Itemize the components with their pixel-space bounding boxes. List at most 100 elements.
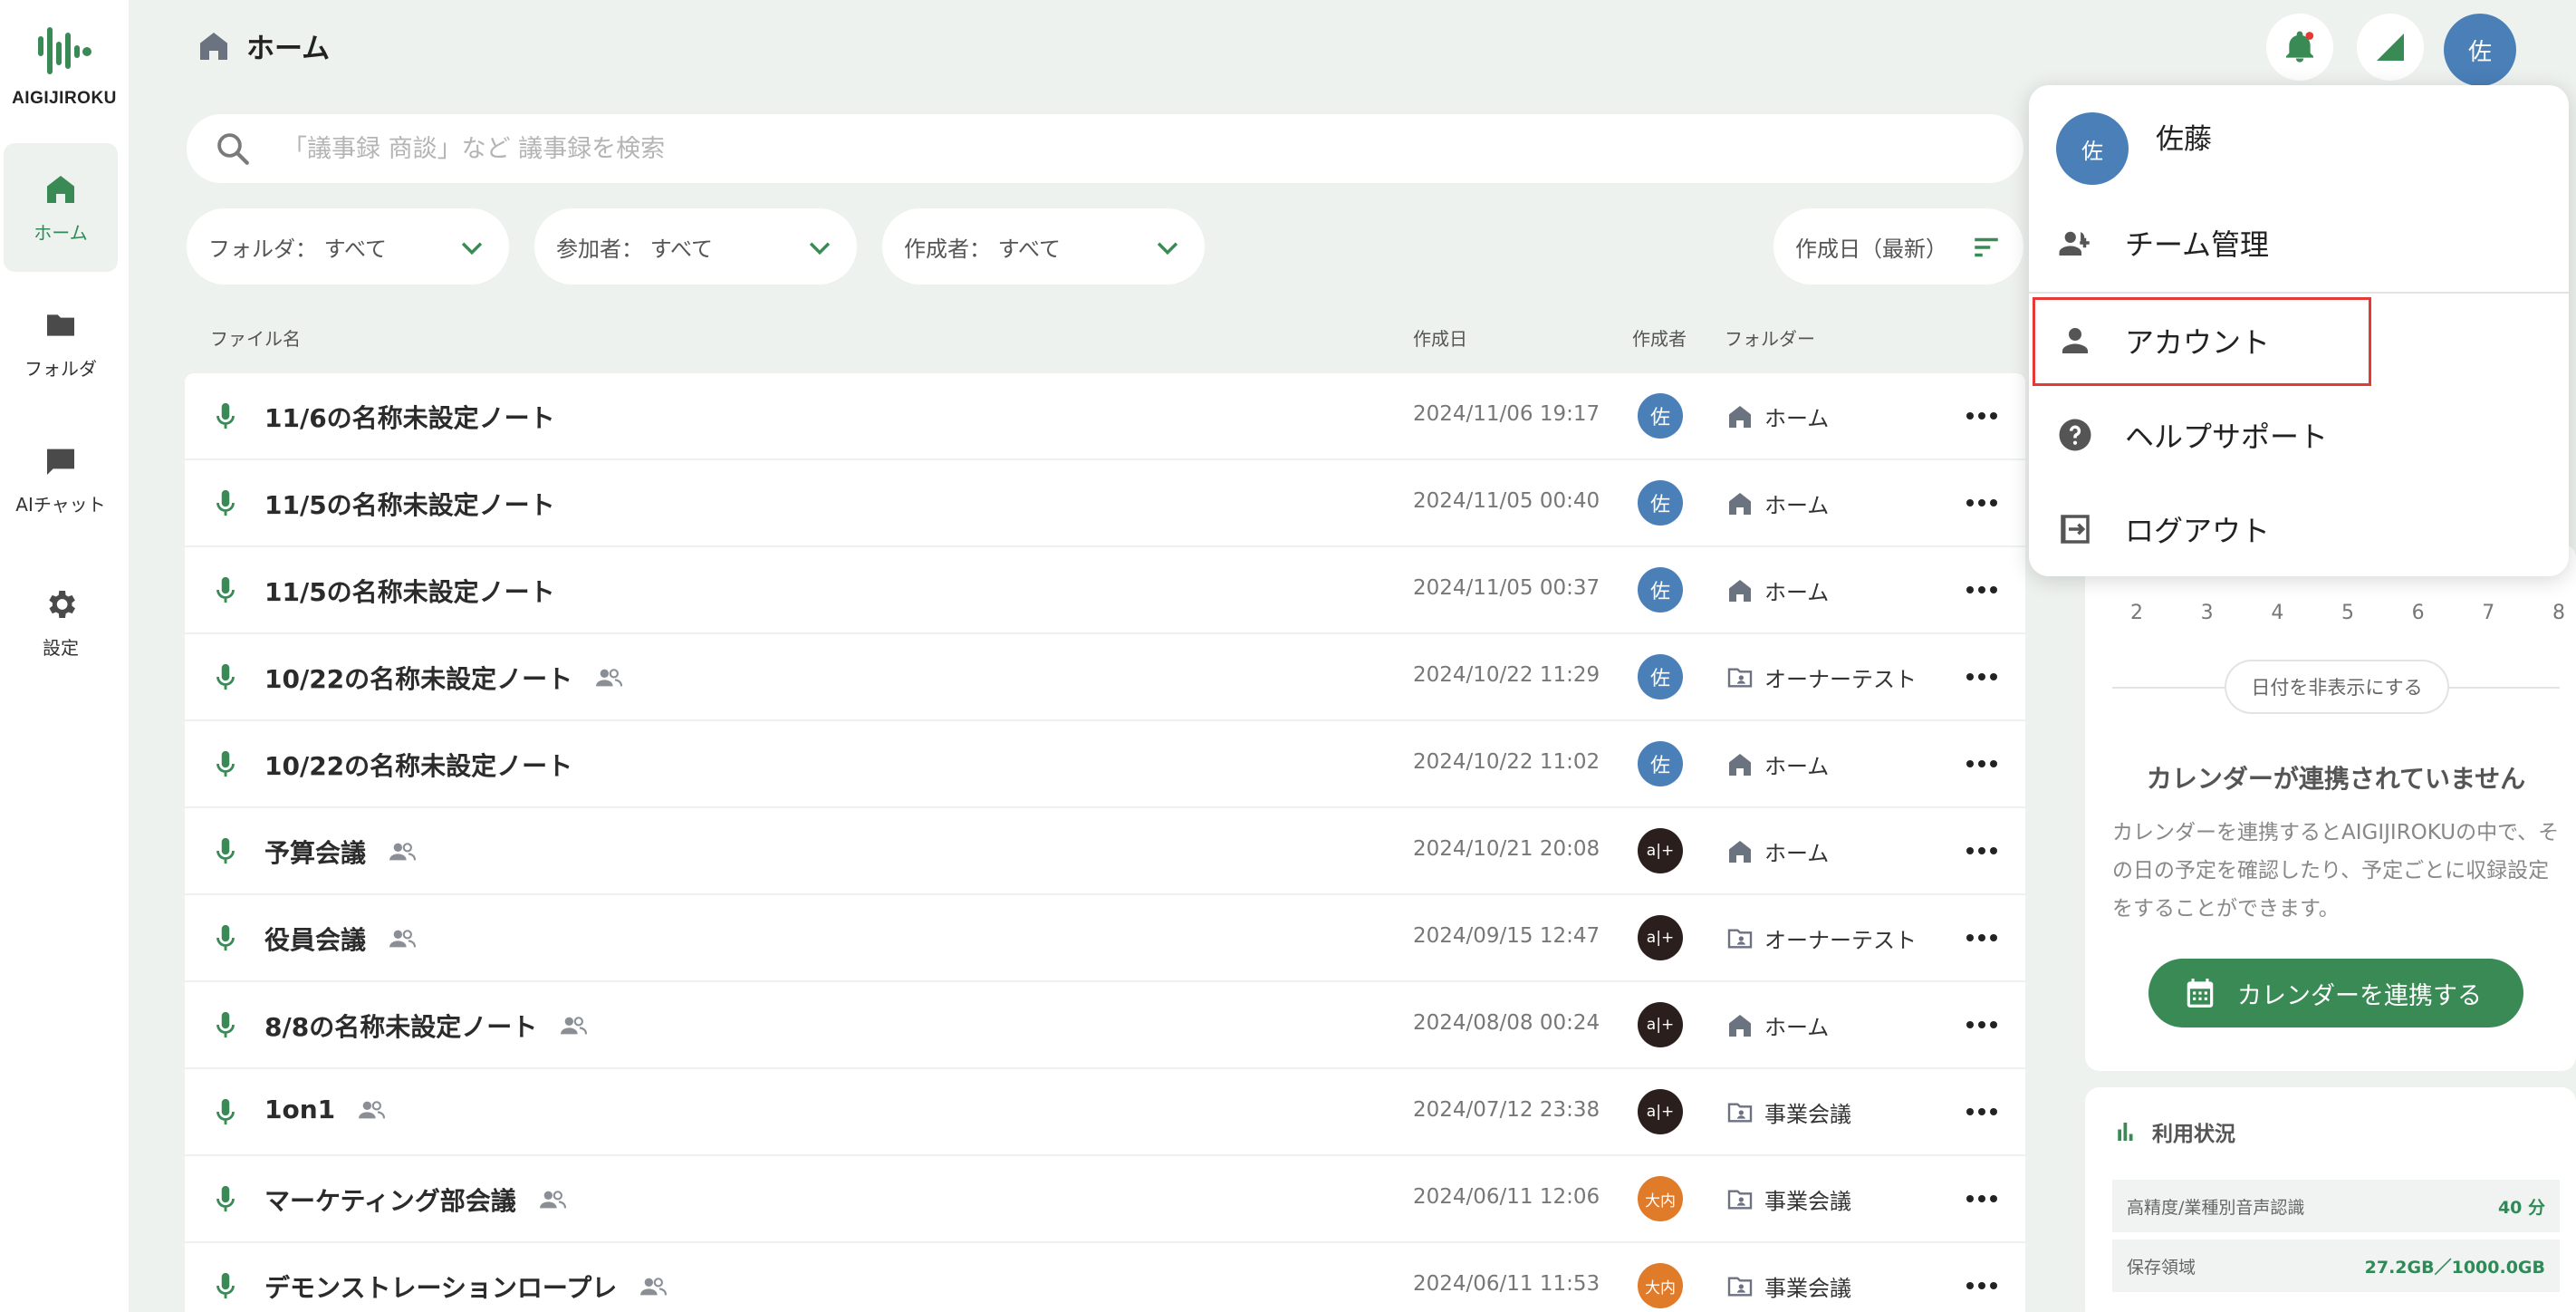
more-dot xyxy=(1966,673,1974,680)
file-folder[interactable]: ホーム xyxy=(1725,487,1829,519)
file-folder[interactable]: オーナーテスト xyxy=(1725,661,1917,693)
more-options-button[interactable] xyxy=(1955,399,2009,433)
microphone-icon xyxy=(216,1185,235,1212)
connect-calendar-label: カレンダーを連携する xyxy=(2237,981,2482,1010)
more-options-button[interactable] xyxy=(1955,1008,2009,1042)
more-dot xyxy=(1990,1282,1997,1289)
more-options-button[interactable] xyxy=(1955,921,2009,955)
file-name: 役員会議 xyxy=(264,921,418,957)
file-name-text: 8/8の名称未設定ノート xyxy=(264,1012,538,1042)
table-row[interactable]: 役員会議 2024/09/15 12:47 a|+ オーナーテスト xyxy=(185,895,2025,980)
more-options-button[interactable] xyxy=(1955,834,2009,868)
chevron-down-icon xyxy=(809,242,831,256)
participant-filter[interactable]: 参加者： すべて xyxy=(534,208,857,285)
table-row[interactable]: 11/5の名称未設定ノート 2024/11/05 00:40 佐 ホーム xyxy=(185,460,2025,545)
page-title-text: ホーム xyxy=(246,33,331,65)
usage-value: 40 分 xyxy=(2497,1197,2545,1218)
folder-filter[interactable]: フォルダ： すべて xyxy=(187,208,509,285)
creator-avatar: a|+ xyxy=(1638,1089,1683,1134)
creator-avatar: 佐 xyxy=(1638,567,1683,613)
table-row[interactable]: 10/22の名称未設定ノート 2024/10/22 11:02 佐 ホーム xyxy=(185,721,2025,806)
calendar-day[interactable]: 2 xyxy=(2130,602,2143,624)
file-folder[interactable]: ホーム xyxy=(1725,1009,1829,1041)
sidebar-item-label: 設定 xyxy=(43,636,79,659)
connect-calendar-button[interactable]: カレンダーを連携する xyxy=(2148,959,2523,1027)
notification-button[interactable] xyxy=(2266,14,2333,81)
table-row[interactable]: 1on1 2024/07/12 23:38 a|+ 事業会議 xyxy=(185,1069,2025,1154)
file-name: 10/22の名称未設定ノート xyxy=(264,660,625,696)
column-header-folder[interactable]: フォルダー xyxy=(1725,324,1815,351)
column-header-date[interactable]: 作成日 xyxy=(1413,324,1467,351)
calendar-day[interactable]: 7 xyxy=(2482,602,2494,624)
column-header-creator[interactable]: 作成者 xyxy=(1632,324,1687,351)
search-input[interactable] xyxy=(283,134,1913,163)
search-bar[interactable] xyxy=(187,114,2023,183)
file-date: 2024/11/05 00:37 xyxy=(1413,576,1600,600)
menu-item-help-support[interactable]: ヘルプサポート xyxy=(2056,410,2328,460)
table-row[interactable]: 10/22の名称未設定ノート 2024/10/22 11:29 佐 オーナーテスト xyxy=(185,634,2025,719)
more-options-button[interactable] xyxy=(1955,1269,2009,1303)
file-name: 11/5の名称未設定ノート xyxy=(264,573,555,609)
menu-divider xyxy=(2029,292,2569,294)
microphone-icon xyxy=(216,489,235,516)
file-folder[interactable]: ホーム xyxy=(1725,400,1829,432)
more-options-button[interactable] xyxy=(1955,573,2009,607)
menu-item-label: チーム管理 xyxy=(2125,227,2270,262)
file-folder[interactable]: ホーム xyxy=(1725,574,1829,606)
file-name-text: 11/5の名称未設定ノート xyxy=(264,490,555,520)
sidebar-item-folder[interactable]: フォルダ xyxy=(4,279,118,408)
creator-filter-label: 作成者： すべて xyxy=(904,236,1061,262)
calendar-description: カレンダーを連携するとAIGIJIROKUの中で、その日の予定を確認したり、予定… xyxy=(2112,821,2560,921)
more-options-button[interactable] xyxy=(1955,486,2009,520)
table-row[interactable]: マーケティング部会議 2024/06/11 12:06 大内 事業会議 xyxy=(185,1156,2025,1241)
more-dot xyxy=(1978,760,1985,767)
file-folder[interactable]: 事業会議 xyxy=(1725,1270,1851,1302)
shared-users-icon xyxy=(640,1278,668,1296)
calendar-day[interactable]: 3 xyxy=(2201,602,2214,624)
file-name-text: デモンストレーションロープレ xyxy=(264,1273,618,1303)
more-dot xyxy=(1966,1108,1974,1115)
user-avatar-button[interactable]: 佐 xyxy=(2444,14,2516,86)
more-dot xyxy=(1966,412,1974,420)
calendar-day[interactable]: 6 xyxy=(2412,602,2425,624)
more-dot xyxy=(1966,760,1974,767)
calendar-day[interactable]: 8 xyxy=(2552,602,2565,624)
calendar-day[interactable]: 5 xyxy=(2341,602,2354,624)
file-name: マーケティング部会議 xyxy=(264,1182,569,1218)
sidebar-item-settings[interactable]: 設定 xyxy=(4,558,118,687)
signal-button[interactable] xyxy=(2357,14,2424,81)
column-header-name[interactable]: ファイル名 xyxy=(210,324,301,351)
folder-filter-label: フォルダ： すべて xyxy=(208,236,387,262)
table-row[interactable]: 11/5の名称未設定ノート 2024/11/05 00:37 佐 ホーム xyxy=(185,547,2025,632)
shared-users-icon xyxy=(539,1191,566,1209)
usage-title: 利用状況 xyxy=(2112,1116,2235,1147)
menu-item-team-management[interactable]: チーム管理 xyxy=(2056,217,2269,268)
more-options-button[interactable] xyxy=(1955,660,2009,694)
menu-item-logout[interactable]: ログアウト xyxy=(2056,504,2270,555)
sidebar-item-home[interactable]: ホーム xyxy=(4,143,118,272)
sort-button[interactable]: 作成日（最新） xyxy=(1773,208,2023,285)
creator-filter[interactable]: 作成者： すべて xyxy=(882,208,1205,285)
usage-value: 27.2GB／1000.0GB xyxy=(2364,1257,2545,1278)
file-name-text: 10/22の名称未設定ノート xyxy=(264,664,573,694)
more-options-button[interactable] xyxy=(1955,1182,2009,1216)
file-folder[interactable]: ホーム xyxy=(1725,835,1829,867)
calendar-day[interactable]: 4 xyxy=(2271,602,2283,624)
more-options-button[interactable] xyxy=(1955,747,2009,781)
table-row[interactable]: 予算会議 2024/10/21 20:08 a|+ ホーム xyxy=(185,808,2025,893)
shared-users-icon xyxy=(389,843,417,861)
file-folder[interactable]: 事業会議 xyxy=(1725,1096,1851,1128)
shared-folder-icon xyxy=(1727,1102,1753,1123)
sidebar-item-ai-chat[interactable]: AIチャット xyxy=(4,415,118,544)
file-folder[interactable]: オーナーテスト xyxy=(1725,922,1917,954)
more-dot xyxy=(1978,847,1985,854)
table-row[interactable]: 8/8の名称未設定ノート 2024/08/08 00:24 a|+ ホーム xyxy=(185,982,2025,1067)
file-folder[interactable]: 事業会議 xyxy=(1725,1183,1851,1215)
file-folder[interactable]: ホーム xyxy=(1725,748,1829,780)
more-options-button[interactable] xyxy=(1955,1095,2009,1129)
logo[interactable]: AIGIJIROKU xyxy=(0,22,129,109)
microphone-icon xyxy=(216,402,235,429)
table-row[interactable]: デモンストレーションロープレ 2024/06/11 11:53 大内 事業会議 xyxy=(185,1243,2025,1312)
hide-date-button[interactable]: 日付を非表示にする xyxy=(2225,660,2449,714)
table-row[interactable]: 11/6の名称未設定ノート 2024/11/06 19:17 佐 ホーム xyxy=(185,373,2025,458)
